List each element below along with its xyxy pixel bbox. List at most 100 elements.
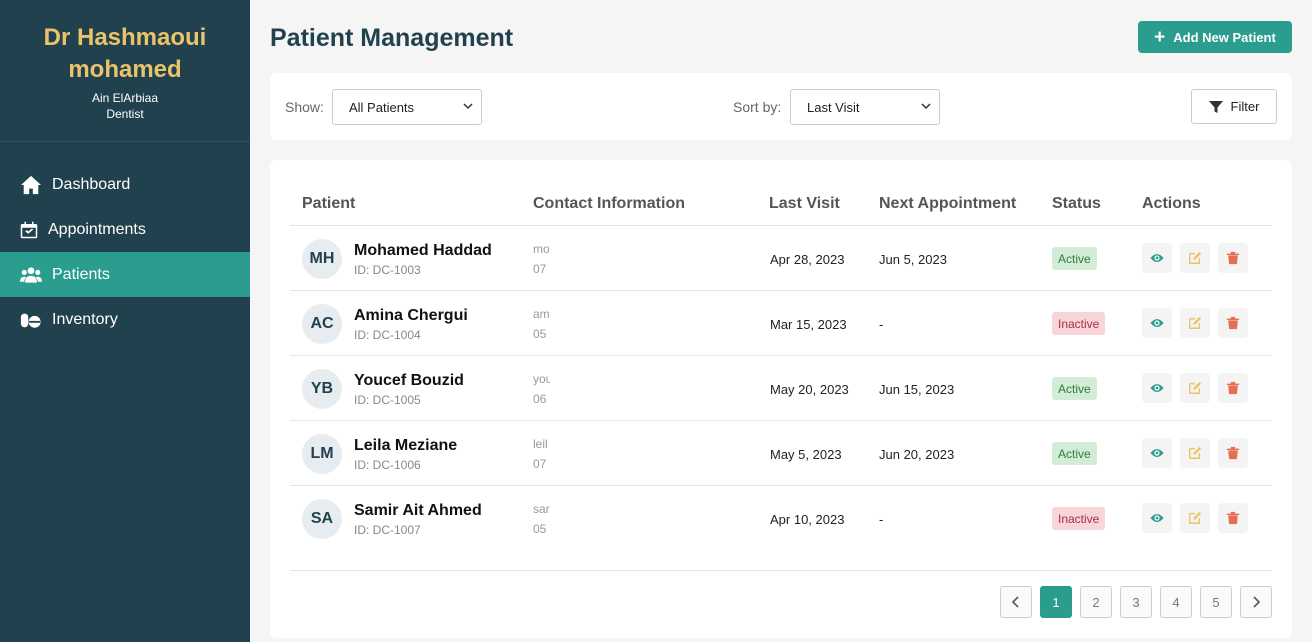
eye-icon	[1150, 319, 1164, 327]
calendar-icon	[20, 221, 38, 238]
view-button[interactable]	[1142, 503, 1172, 533]
add-new-patient-label: Add New Patient	[1173, 29, 1276, 45]
filter-button-label: Filter	[1230, 99, 1260, 114]
status-badge: Active	[1052, 377, 1097, 400]
table-row[interactable]: YB Youcef Bouzid ID: DC-1005 you 06 May …	[290, 356, 1272, 421]
patient-name[interactable]: Youcef Bouzid	[354, 372, 464, 390]
eye-icon	[1150, 514, 1164, 522]
sort-select-value: Last Visit	[807, 99, 860, 115]
page-button-2[interactable]: 2	[1080, 586, 1112, 618]
patient-id: ID: DC-1004	[354, 328, 421, 342]
table-row[interactable]: LM Leila Meziane ID: DC-1006 leil 07 May…	[290, 421, 1272, 486]
show-label: Show:	[285, 99, 324, 115]
show-select[interactable]: All Patients	[332, 89, 482, 125]
table-row[interactable]: SA Samir Ait Ahmed ID: DC-1007 sar 05 Ap…	[290, 486, 1272, 551]
sidebar: Dr Hashmaoui mohamed Ain ElArbiaa Dentis…	[0, 0, 250, 642]
pills-icon	[20, 313, 41, 328]
view-button[interactable]	[1142, 308, 1172, 338]
delete-button[interactable]	[1218, 373, 1248, 403]
column-header-status[interactable]: Status	[1052, 195, 1101, 213]
edit-button[interactable]	[1180, 243, 1210, 273]
patient-name[interactable]: Amina Chergui	[354, 307, 468, 325]
edit-icon	[1189, 511, 1202, 524]
patients-table: Patient Contact Information Last Visit N…	[270, 160, 1292, 638]
sidebar-item-dashboard[interactable]: Dashboard	[0, 162, 250, 207]
doctor-name: Dr Hashmaoui mohamed	[43, 24, 207, 83]
trash-icon	[1226, 381, 1240, 395]
edit-button[interactable]	[1180, 438, 1210, 468]
edit-icon	[1189, 446, 1202, 459]
avatar: MH	[302, 239, 342, 279]
sidebar-item-label: Patients	[52, 265, 110, 283]
sort-select[interactable]: Last Visit	[790, 89, 940, 125]
sidebar-item-label: Inventory	[52, 310, 118, 328]
next-appointment: Jun 15, 2023	[879, 382, 955, 397]
delete-button[interactable]	[1218, 243, 1248, 273]
edit-button[interactable]	[1180, 503, 1210, 533]
table-row[interactable]: MH Mohamed Haddad ID: DC-1003 mo 07 Apr …	[290, 226, 1272, 291]
last-visit: Apr 10, 2023	[770, 512, 845, 527]
edit-icon	[1189, 381, 1202, 394]
table-row[interactable]: AC Amina Chergui ID: DC-1004 am 05 Mar 1…	[290, 291, 1272, 356]
doctor-role: Dentist	[106, 107, 144, 121]
avatar: LM	[302, 434, 342, 474]
patient-id: ID: DC-1007	[354, 523, 421, 537]
prev-page-button[interactable]	[1000, 586, 1032, 618]
avatar: AC	[302, 304, 342, 344]
avatar: YB	[302, 369, 342, 409]
eye-icon	[1150, 384, 1164, 392]
plus-icon: +	[1154, 26, 1166, 48]
edit-button[interactable]	[1180, 308, 1210, 338]
edit-button[interactable]	[1180, 373, 1210, 403]
sidebar-item-patients[interactable]: Patients	[0, 252, 250, 297]
trash-icon	[1226, 251, 1240, 265]
last-visit: May 20, 2023	[770, 382, 849, 397]
status-badge: Inactive	[1052, 507, 1106, 530]
add-new-patient-button[interactable]: + Add New Patient	[1138, 21, 1292, 53]
sidebar-nav: Dashboard Appointments Patients Inventor…	[0, 162, 250, 342]
show-select-value: All Patients	[349, 99, 415, 115]
trash-icon	[1226, 511, 1240, 525]
column-header-contact[interactable]: Contact Information	[533, 195, 685, 213]
sidebar-item-inventory[interactable]: Inventory	[0, 297, 250, 342]
page-button-4[interactable]: 4	[1160, 586, 1192, 618]
redaction-blur	[550, 488, 729, 549]
view-button[interactable]	[1142, 373, 1172, 403]
pagination-divider	[290, 570, 1272, 571]
delete-button[interactable]	[1218, 308, 1248, 338]
column-header-actions: Actions	[1142, 195, 1201, 212]
chevron-left-icon	[1011, 596, 1019, 608]
page-button-1[interactable]: 1	[1040, 586, 1072, 618]
status-badge: Inactive	[1052, 312, 1106, 335]
delete-button[interactable]	[1218, 503, 1248, 533]
sidebar-item-appointments[interactable]: Appointments	[0, 207, 250, 252]
next-appointment: Jun 20, 2023	[879, 447, 955, 462]
avatar: SA	[302, 499, 342, 539]
last-visit: May 5, 2023	[770, 447, 842, 462]
page-button-5[interactable]: 5	[1200, 586, 1232, 618]
patient-name[interactable]: Leila Meziane	[354, 437, 457, 455]
edit-icon	[1189, 316, 1202, 329]
redaction-blur	[550, 228, 729, 289]
view-button[interactable]	[1142, 243, 1172, 273]
chevron-down-icon	[463, 103, 473, 110]
status-badge: Active	[1052, 247, 1097, 270]
patient-name[interactable]: Mohamed Haddad	[354, 242, 492, 260]
filter-button[interactable]: Filter	[1191, 89, 1277, 124]
last-visit: Apr 28, 2023	[770, 252, 845, 267]
column-header-patient[interactable]: Patient	[302, 195, 355, 213]
view-button[interactable]	[1142, 438, 1172, 468]
redaction-blur	[550, 423, 729, 484]
patient-name[interactable]: Samir Ait Ahmed	[354, 502, 482, 520]
column-header-last-visit[interactable]: Last Visit	[769, 195, 840, 213]
next-appointment: Jun 5, 2023	[879, 252, 947, 267]
page-button-3[interactable]: 3	[1120, 586, 1152, 618]
trash-icon	[1226, 446, 1240, 460]
doctor-profile: Dr Hashmaoui mohamed Ain ElArbiaa Dentis…	[0, 0, 250, 142]
chevron-down-icon	[921, 103, 931, 110]
sort-label: Sort by:	[733, 99, 782, 115]
next-page-button[interactable]	[1240, 586, 1272, 618]
trash-icon	[1226, 316, 1240, 330]
column-header-next-appointment[interactable]: Next Appointment	[879, 195, 1016, 213]
delete-button[interactable]	[1218, 438, 1248, 468]
